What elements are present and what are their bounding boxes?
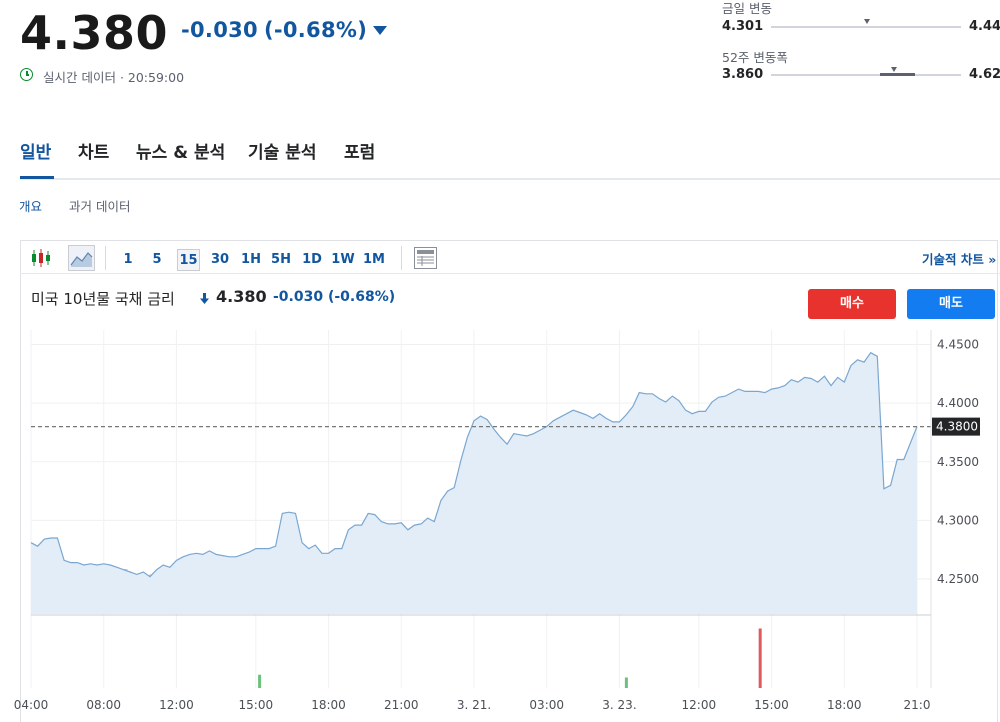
tab-news-analysis[interactable]: 뉴스 & 분석 <box>136 138 225 163</box>
buy-button[interactable]: 매수 <box>808 289 896 319</box>
week52-range-fill <box>880 73 915 76</box>
down-arrow-icon <box>200 293 209 304</box>
sell-button[interactable]: 매도 <box>907 289 995 319</box>
day-range-marker-icon <box>864 19 871 24</box>
timeframe-1d[interactable]: 1D <box>301 249 323 271</box>
timeframe-30[interactable]: 30 <box>208 249 232 271</box>
subtab-overview[interactable]: 개요 <box>19 196 42 215</box>
week52-range-high: 4.62 <box>969 67 1000 82</box>
chart-toolbar <box>20 240 1000 274</box>
price-change: -0.030 (-0.68%) <box>181 18 367 42</box>
y-tick-label: 4.4000 <box>937 396 979 410</box>
change-percent: (-0.68%) <box>263 18 368 42</box>
realtime-status: 실시간 데이터 · 20:59:00 <box>43 70 185 85</box>
technical-chart-link[interactable]: 기술적 차트 » <box>922 249 996 268</box>
x-tick-label: 04:00 <box>14 698 49 712</box>
y-tick-label: 4.2500 <box>937 572 979 586</box>
week52-range-label: 52주 변동폭 <box>722 50 788 65</box>
timeframe-5[interactable]: 5 <box>147 249 167 271</box>
week52-range-low: 3.860 <box>722 67 764 82</box>
toolbar-separator <box>401 246 402 270</box>
table-icon[interactable] <box>414 247 437 269</box>
x-tick-label: 21:0 <box>904 698 931 712</box>
week52-range-marker-icon <box>891 67 897 72</box>
x-tick-label: 3. 23. <box>602 698 636 712</box>
timeframe-1h[interactable]: 1H <box>240 249 262 271</box>
day-range-label: 금일 변동 <box>722 1 772 16</box>
candlestick-icon[interactable] <box>30 247 52 269</box>
subtab-historical[interactable]: 과거 데이터 <box>69 196 130 215</box>
instrument-name: 미국 10년물 국채 금리 <box>31 290 175 308</box>
x-tick-label: 15:00 <box>239 698 274 712</box>
x-axis: 04:00 08:00 12:00 15:00 18:00 21:00 3. 21. 03:0… <box>14 698 931 712</box>
volume-bar <box>758 628 762 688</box>
volume-bar <box>624 677 628 688</box>
x-tick-label: 03:00 <box>529 698 564 712</box>
x-tick-label: 18:00 <box>311 698 346 712</box>
last-price-label: 4.3800 <box>936 420 978 434</box>
instrument-change-percent: (-0.68%) <box>327 289 396 305</box>
timeframe-1w[interactable]: 1W <box>331 249 355 271</box>
y-tick-label: 4.3500 <box>937 455 979 469</box>
x-tick-label: 15:00 <box>754 698 789 712</box>
week52-range-track <box>771 74 961 76</box>
x-tick-label: 3. 21. <box>457 698 491 712</box>
price: 4.380 <box>20 6 169 60</box>
instrument-change: -0.030 (-0.68%) <box>273 289 395 305</box>
y-axis: 4.4500 4.4000 4.3500 4.3000 4.2500 <box>937 338 979 587</box>
volume-bar <box>258 674 262 688</box>
x-tick-label: 12:00 <box>682 698 717 712</box>
timeframe-15[interactable]: 15 <box>177 249 200 271</box>
active-tab-indicator <box>20 176 54 179</box>
x-tick-label: 18:00 <box>827 698 862 712</box>
day-range-track <box>771 26 961 28</box>
timeframe-1m[interactable]: 1M <box>362 249 386 271</box>
tab-general[interactable]: 일반 <box>20 138 51 163</box>
toolbar-separator <box>105 246 106 270</box>
area-chart-icon[interactable] <box>68 245 95 271</box>
timeframe-1[interactable]: 1 <box>118 249 138 271</box>
y-tick-label: 4.4500 <box>937 338 979 352</box>
down-arrow-icon <box>373 26 387 35</box>
volume-bars <box>258 628 762 688</box>
timeframe-5h[interactable]: 5H <box>270 249 292 271</box>
x-tick-label: 12:00 <box>159 698 194 712</box>
tab-divider <box>20 178 1000 180</box>
last-price-badge: 4.3800 <box>932 417 980 436</box>
tab-technical[interactable]: 기술 분석 <box>248 138 316 163</box>
instrument-last: 4.380 <box>216 287 267 306</box>
clock-icon <box>20 68 33 81</box>
tab-forum[interactable]: 포럼 <box>344 138 375 163</box>
instrument-change-value: -0.030 <box>273 289 324 305</box>
change-value: -0.030 <box>181 18 258 42</box>
x-tick-label: 21:00 <box>384 698 419 712</box>
price-chart[interactable]: Investing.com 4.3800 4.45004.40004.35004… <box>0 330 1000 722</box>
y-tick-label: 4.3000 <box>937 513 979 527</box>
day-range-low: 4.301 <box>722 19 764 34</box>
x-tick-label: 08:00 <box>86 698 121 712</box>
day-range-high: 4.44 <box>969 19 1000 34</box>
tab-chart[interactable]: 차트 <box>78 138 109 163</box>
